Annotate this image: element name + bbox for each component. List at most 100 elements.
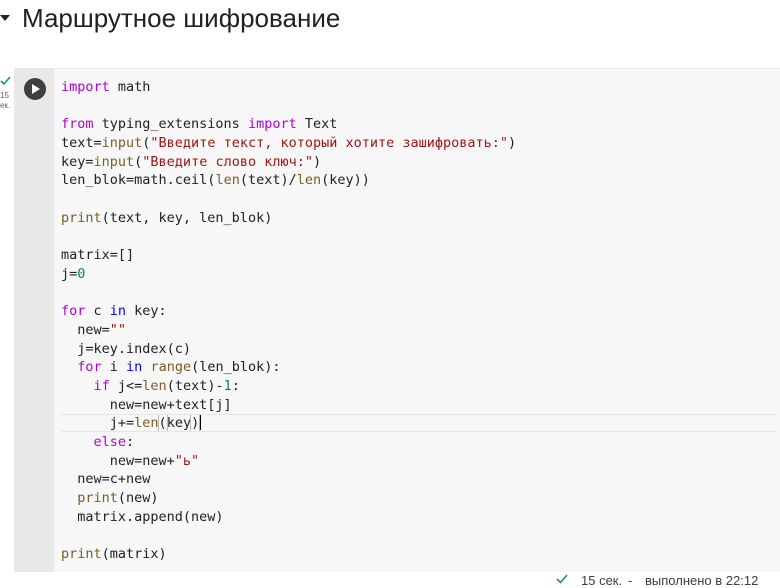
code-token: input [93,153,135,170]
code-line: matrix=[] [61,246,516,265]
code-token: for [61,303,86,320]
code-token: (text)/ [239,172,297,189]
code-token: 1 [223,378,232,394]
code-token: matrix.append(new) [61,508,224,525]
code-text: import math from typing_extensions import… [61,78,777,564]
code-token: input [101,135,143,152]
code-line: len_blok=math.ceil(len(text)/len(key)) [61,171,516,190]
code-line: else: [61,433,516,452]
code-token: "Введите слово ключ:" [142,153,313,170]
code-token: i [101,359,127,376]
code-token: j= [61,265,78,282]
code-line: j+=len(key) [61,414,777,433]
code-token: len [142,378,167,394]
code-token: import [247,116,297,133]
code-token: new=c+new [61,471,151,488]
code-line: print(matrix) [61,545,516,564]
code-token: ) [312,153,322,170]
code-token: c [85,303,110,320]
code-line: for i in range(len_blok): [61,358,516,377]
code-line: print(text, key, len_blok) [61,209,516,228]
cell-status: 15 ек. [0,76,14,116]
code-line: new=new+text[j] [61,396,516,415]
code-line: j=key.index(c) [61,340,516,359]
code-token: : [126,434,135,451]
code-token: (matrix) [101,546,167,563]
check-icon [556,574,568,584]
code-token: new=new+text[j] [61,396,232,413]
code-line: new="" [61,321,516,340]
code-token: "ь" [174,452,200,469]
code-token: j+= [61,415,135,432]
code-token: len [296,172,322,189]
code-token: new= [61,321,110,338]
code-token: len_blok=math.ceil( [61,172,216,189]
code-editor[interactable]: import math from typing_extensions import… [54,69,780,579]
code-line: if j<=len(text)-1: [61,377,516,396]
status-bar: 15 сек. - выполнено в 22:12 [0,572,780,588]
code-token: in [109,303,127,320]
code-token: key= [61,153,94,170]
code-line: for c in key: [61,302,516,321]
code-token: print [61,546,102,563]
code-token: key: [126,303,167,320]
code-line: j=0 [61,265,516,284]
code-line: matrix.append(new) [61,508,516,527]
code-token: if [93,378,110,394]
code-token: key [166,415,192,432]
code-token: range [150,359,192,376]
code-token: ) [508,135,517,152]
code-token: print [61,209,102,226]
code-token: len [215,172,240,189]
play-icon [32,84,40,94]
code-token: "Введите текст, который хотите зашифрова… [150,135,509,152]
code-token: from [61,116,94,133]
code-token: : [231,378,240,394]
code-cell: import math from typing_extensions import… [14,68,780,579]
cell-status-duration: 15 [0,91,9,100]
code-line: print(new) [61,489,516,508]
code-token: else [93,434,127,451]
code-token: (new) [117,490,159,507]
code-line: import math [61,78,516,97]
code-line: new=new+"ь" [61,452,516,471]
code-token: import [61,79,110,95]
status-completed: выполнено в 22:12 [645,573,759,588]
code-token: (text, key, len_blok) [101,209,273,226]
code-token: print [77,490,118,507]
code-line: key=input("Введите слово ключ:") [61,153,516,172]
code-token: ) [190,414,201,433]
code-token: typing_extensions [93,116,248,133]
code-token: len [134,415,159,432]
code-line: new=c+new [61,470,516,489]
run-cell-button[interactable] [24,78,46,100]
cell-status-unit: ек. [0,101,11,110]
text-cursor [200,415,202,431]
code-token: text= [61,135,102,152]
code-token: ( [157,414,168,433]
code-token: math [109,79,151,95]
code-token: new=new+ [61,452,175,469]
code-token: Text [296,116,338,133]
code-line: text=input("Введите текст, который хотит… [61,134,516,153]
code-token: in [126,359,143,376]
code-token: "" [109,321,127,338]
code-line: from typing_extensions import Text [61,115,516,134]
section-title: Маршрутное шифрование [22,3,341,33]
status-separator: - [628,573,633,588]
code-token: matrix=[] [61,247,135,264]
collapse-caret-icon[interactable] [0,15,10,21]
cell-gutter [14,69,54,579]
section-header: Маршрутное шифрование [0,0,780,40]
code-token: j=key.index(c) [61,340,192,357]
code-token: for [77,359,102,376]
